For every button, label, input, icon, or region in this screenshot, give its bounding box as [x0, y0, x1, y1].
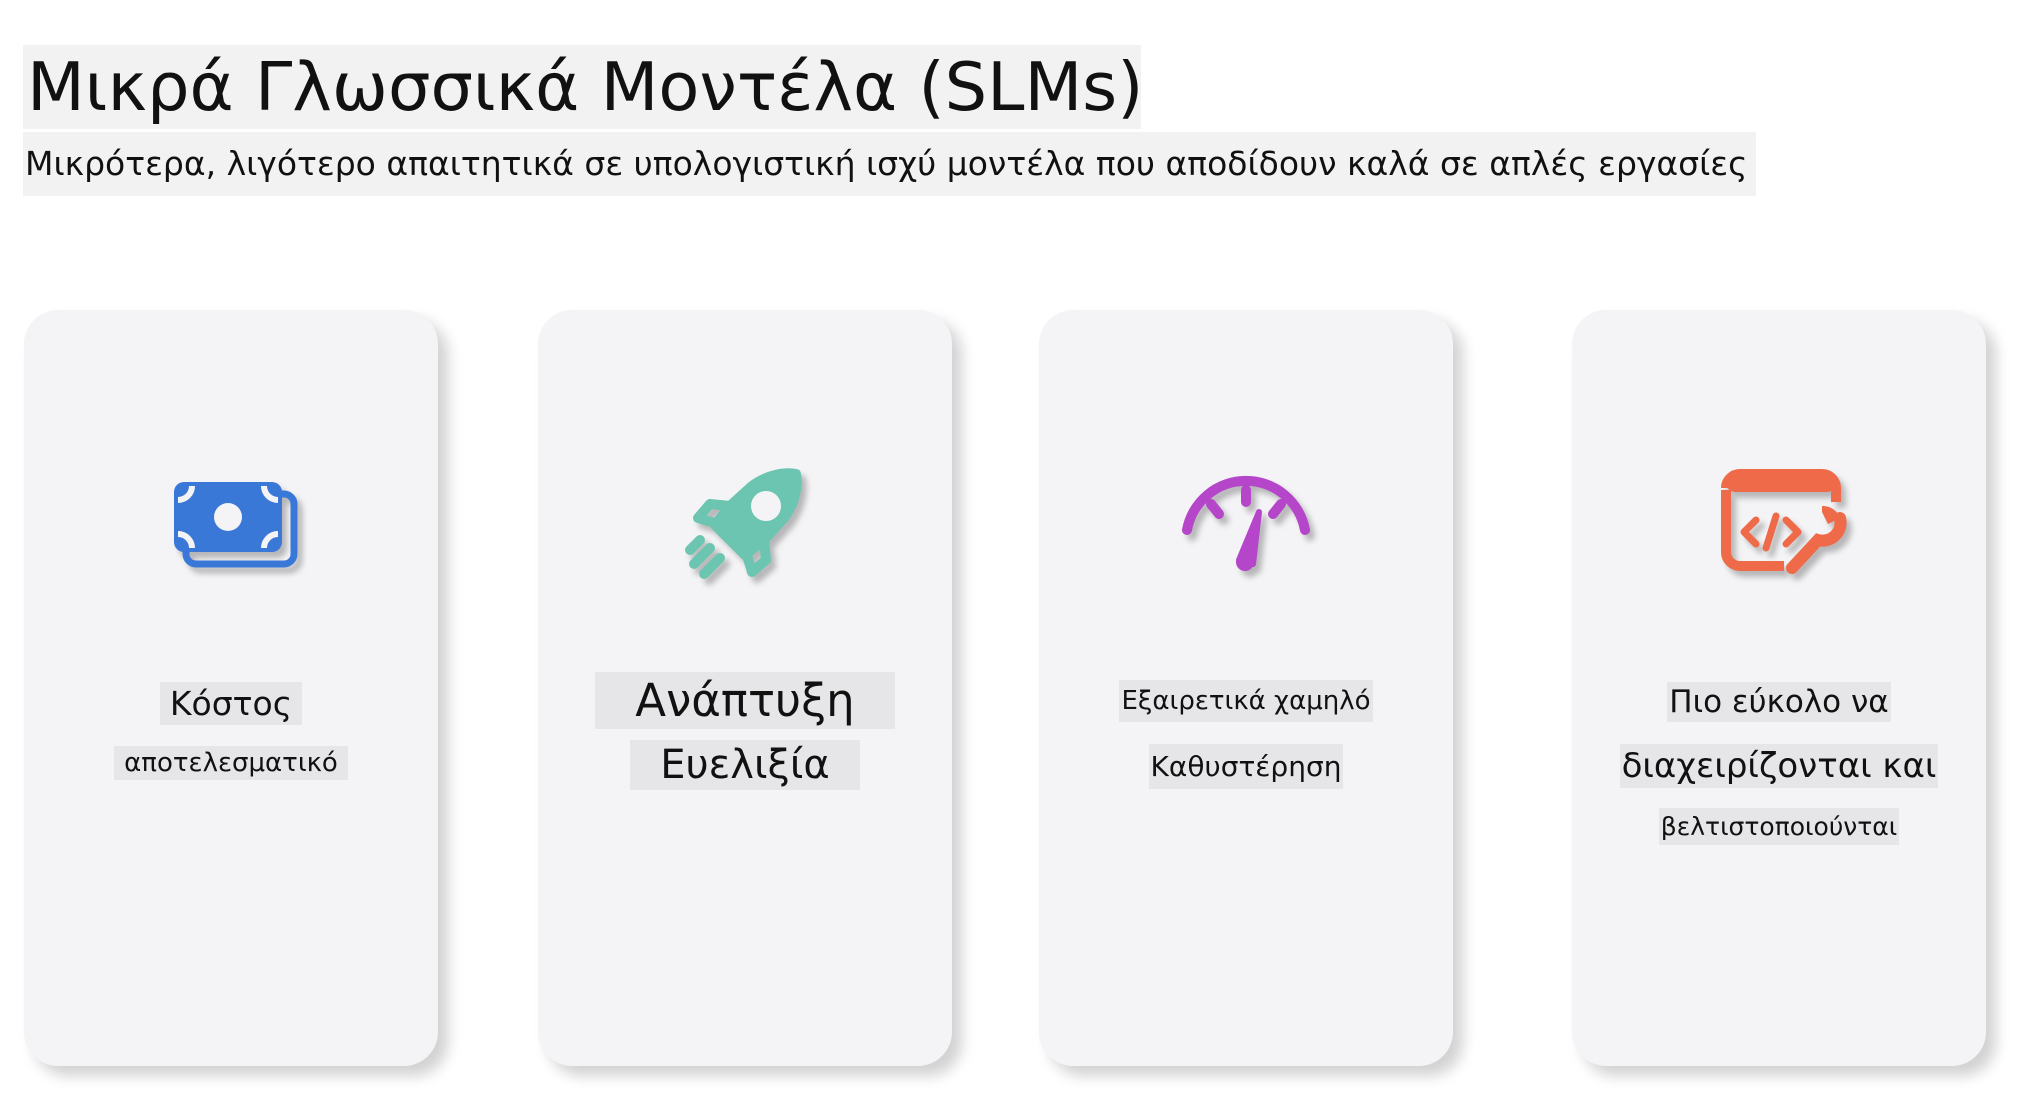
card-latency: Εξαιρετικά χαμηλό Καθυστέρηση	[1039, 310, 1453, 1066]
card-deployment-line1: Ανάπτυξη	[595, 672, 895, 729]
card-management-line2: διαχειρίζονται και	[1619, 744, 1939, 788]
card-latency-line2: Καθυστέρηση	[1148, 744, 1344, 789]
speedometer-icon	[1171, 460, 1321, 590]
card-cost-line2: αποτελεσματικό	[114, 746, 348, 780]
card-management-line1: Πιο εύκολο να	[1667, 682, 1891, 722]
money-icon	[156, 460, 306, 590]
card-latency-line1: Εξαιρετικά χαμηλό	[1119, 680, 1373, 722]
card-management: Πιο εύκολο να διαχειρίζονται και βελτιστ…	[1572, 310, 1986, 1066]
card-deployment: Ανάπτυξη Ευελιξία	[538, 310, 952, 1066]
card-cost: Κόστος αποτελεσματικό	[24, 310, 438, 1066]
page-subtitle: Μικρότερα, λιγότερο απαιτητικά σε υπολογ…	[23, 132, 1756, 196]
card-deployment-line2: Ευελιξία	[630, 740, 860, 790]
page-title: Μικρά Γλωσσικά Μοντέλα (SLMs)	[23, 45, 1143, 129]
card-cost-line1: Κόστος	[159, 682, 303, 725]
card-management-line3: βελτιστοποιούνται	[1658, 808, 1900, 845]
rocket-icon	[670, 460, 820, 590]
code-wrench-icon	[1704, 460, 1854, 590]
